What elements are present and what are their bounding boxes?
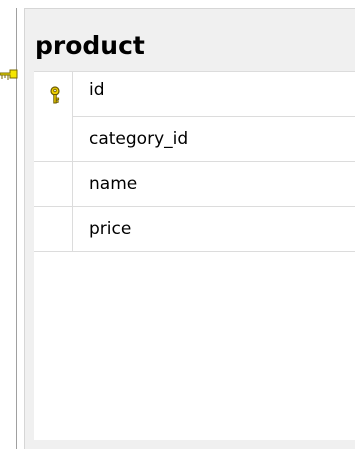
column-name[interactable]: category_id: [89, 117, 188, 161]
designer-canvas: product id category_id name price: [0, 0, 355, 461]
row-selector[interactable]: [34, 72, 73, 117]
row-selector[interactable]: [34, 207, 73, 251]
column-row[interactable]: category_id: [34, 117, 355, 162]
column-name[interactable]: name: [89, 162, 137, 206]
column-row[interactable]: price: [34, 207, 355, 252]
column-name[interactable]: price: [89, 207, 131, 251]
table-product[interactable]: product id category_id name price: [24, 8, 355, 449]
column-row[interactable]: name: [34, 162, 355, 207]
row-selector[interactable]: [34, 117, 73, 161]
column-grid: id category_id name price: [34, 71, 355, 440]
relationship-key-end-icon[interactable]: [0, 64, 18, 86]
column-name[interactable]: id: [89, 72, 105, 108]
key-icon: [50, 86, 60, 104]
column-row[interactable]: id: [34, 71, 355, 117]
table-title[interactable]: product: [35, 31, 145, 61]
row-selector[interactable]: [34, 162, 73, 206]
grid-empty-area: [34, 256, 355, 440]
